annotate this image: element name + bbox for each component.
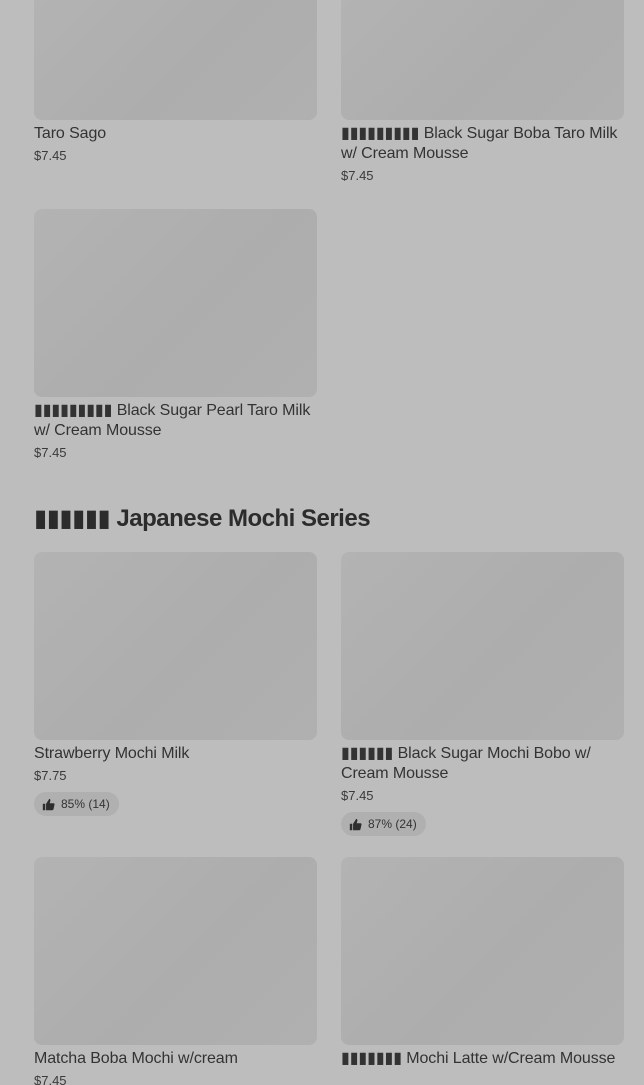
item-name: ▮▮▮▮▮▮▮ Mochi Latte w/Cream Mousse (341, 1050, 616, 1067)
item-price: $7.45 (341, 168, 374, 183)
item-image[interactable] (34, 0, 317, 120)
menu-item-card[interactable]: ▮▮▮▮▮▮▮▮▮ Black Sugar Boba Taro Milk w/ … (341, 0, 624, 186)
menu-item-card[interactable]: Matcha Boba Mochi w/cream $7.45 (34, 857, 317, 1085)
thumbs-up-icon (42, 798, 55, 811)
rating-text: 87% (24) (368, 817, 417, 831)
item-name: ▮▮▮▮▮▮▮▮▮ Black Sugar Pearl Taro Milk w/… (34, 402, 311, 439)
item-image[interactable] (34, 552, 317, 740)
item-price: $7.45 (34, 148, 67, 163)
item-price: $7.45 (34, 1073, 67, 1085)
menu-item-card[interactable]: ▮▮▮▮▮▮ Black Sugar Mochi Bobo w/ Cream M… (341, 552, 624, 836)
item-price: $7.45 (34, 445, 67, 460)
item-name: Matcha Boba Mochi w/cream (34, 1050, 238, 1067)
item-price: $7.45 (341, 788, 374, 803)
item-price: $7.75 (34, 768, 67, 783)
item-image[interactable] (341, 552, 624, 740)
item-name: Taro Sago (34, 125, 107, 142)
item-image[interactable] (341, 0, 624, 120)
rating-badge: 87% (24) (341, 812, 426, 836)
menu-item-card[interactable]: Strawberry Mochi Milk $7.75 85% (14) (34, 552, 317, 816)
item-image[interactable] (34, 209, 317, 397)
menu-item-card[interactable]: ▮▮▮▮▮▮▮ Mochi Latte w/Cream Mousse (341, 857, 624, 1069)
menu-page: Taro Sago $7.45 ▮▮▮▮▮▮▮▮▮ Black Sugar Bo… (0, 0, 644, 1085)
section-title: ▮▮▮▮▮▮ Japanese Mochi Series (34, 505, 371, 532)
item-image[interactable] (341, 857, 624, 1045)
rating-badge: 85% (14) (34, 792, 119, 816)
item-name: Strawberry Mochi Milk (34, 745, 190, 762)
item-name: ▮▮▮▮▮▮▮▮▮ Black Sugar Boba Taro Milk w/ … (341, 125, 618, 162)
thumbs-up-icon (349, 818, 362, 831)
rating-text: 85% (14) (61, 797, 110, 811)
menu-item-card[interactable]: Taro Sago $7.45 (34, 0, 317, 166)
item-image[interactable] (34, 857, 317, 1045)
menu-item-card[interactable]: ▮▮▮▮▮▮▮▮▮ Black Sugar Pearl Taro Milk w/… (34, 209, 317, 463)
item-name: ▮▮▮▮▮▮ Black Sugar Mochi Bobo w/ Cream M… (341, 745, 591, 782)
